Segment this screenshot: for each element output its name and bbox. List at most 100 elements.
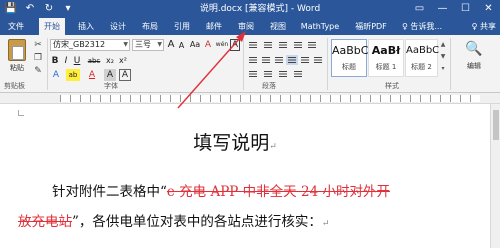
- character-border-button[interactable]: A: [119, 69, 131, 81]
- distribute-icon[interactable]: [299, 55, 311, 65]
- justify-icon[interactable]: [286, 55, 298, 65]
- ribbon-tabs: 文件 开始 插入 设计 布局 引用 邮件 审阅 视图 MathType 福昕PD…: [0, 18, 500, 35]
- align-left-icon[interactable]: [247, 55, 259, 65]
- horizontal-ruler[interactable]: [0, 93, 500, 104]
- tell-me-search[interactable]: ♀ 告诉我...: [398, 18, 446, 35]
- cut-icon[interactable]: ✂: [32, 40, 44, 50]
- tab-layout[interactable]: 布局: [138, 18, 162, 35]
- bold-button[interactable]: B: [50, 55, 60, 67]
- multilevel-list-icon[interactable]: [277, 40, 289, 50]
- text-effects-button[interactable]: A: [50, 69, 62, 81]
- increase-indent-icon[interactable]: [306, 40, 318, 50]
- font-name-select[interactable]: 仿宋_GB2312 ▼: [50, 39, 130, 51]
- document-page[interactable]: 填写说明↵ 针对附件二表格中“e 充电 APP 中非全天 24 小时对外开 放充…: [0, 104, 490, 248]
- quick-access-toolbar: 💾 ↶ ↻ ▾: [4, 1, 75, 17]
- tracked-deletion: e 充电 APP 中非全天 24 小时对外开: [166, 184, 390, 200]
- font-size-select[interactable]: 三号 ▼: [132, 39, 164, 51]
- page-corner-mark: [18, 110, 24, 116]
- align-center-icon[interactable]: [260, 55, 272, 65]
- title-bar: 💾 ↶ ↻ ▾ 说明.docx [兼容模式] - Word ▭ — ☐ ✕: [0, 0, 500, 18]
- style-tile-heading-1[interactable]: AaBł 标题 1: [368, 39, 404, 77]
- style-sample: AaBł: [371, 44, 401, 57]
- tracked-deletion: 放充电站: [18, 214, 72, 230]
- phonetic-guide-button[interactable]: wén: [215, 39, 229, 51]
- style-sample: AaBbC: [406, 45, 440, 56]
- paragraph-mark: ↵: [321, 219, 330, 229]
- align-right-icon[interactable]: [273, 55, 285, 65]
- paragraph-line-3-partial: [60, 237, 440, 248]
- paste-label: 粘贴: [10, 64, 24, 72]
- shrink-font-button[interactable]: A: [177, 40, 186, 52]
- group-divider: [327, 38, 328, 90]
- window-controls: ▭ — ☐ ✕: [408, 0, 500, 18]
- ribbon-display-icon[interactable]: ▭: [408, 0, 431, 18]
- close-button[interactable]: ✕: [477, 0, 500, 18]
- tab-design[interactable]: 设计: [106, 18, 130, 35]
- enclose-character-button[interactable]: A: [230, 39, 240, 51]
- tab-mailings[interactable]: 邮件: [202, 18, 226, 35]
- change-case-button[interactable]: Aa: [188, 39, 202, 51]
- redo-icon[interactable]: ↻: [42, 1, 56, 17]
- para1-prefix: 针对附件二表格中“: [52, 184, 167, 200]
- chevron-down-icon[interactable]: ▾: [61, 1, 75, 17]
- show-marks-icon[interactable]: [292, 69, 304, 79]
- style-tile-heading-2[interactable]: AaBbC 标题 2: [405, 39, 440, 77]
- share-button[interactable]: ♀ 共享: [472, 18, 496, 35]
- numbering-icon[interactable]: [262, 40, 274, 50]
- tab-insert[interactable]: 插入: [74, 18, 98, 35]
- decrease-indent-icon[interactable]: [292, 40, 304, 50]
- maximize-button[interactable]: ☐: [454, 0, 477, 18]
- format-painter-icon[interactable]: ✎: [32, 66, 44, 76]
- group-label-paragraph: 段落: [262, 82, 276, 90]
- character-shading-button[interactable]: A: [104, 69, 116, 81]
- shading-icon[interactable]: [247, 69, 259, 79]
- group-label-styles: 样式: [385, 82, 399, 90]
- scrollbar-thumb[interactable]: [493, 110, 499, 140]
- find-icon: 🔍: [465, 41, 483, 57]
- tab-view[interactable]: 视图: [266, 18, 290, 35]
- tab-file[interactable]: 文件: [4, 18, 28, 35]
- styles-gallery-scroll[interactable]: ▲ ▼ ▾: [439, 39, 447, 77]
- subscript-button[interactable]: x₂: [104, 55, 116, 67]
- editing-label: 编辑: [467, 62, 481, 70]
- paragraph-line-1: 针对附件二表格中“e 充电 APP 中非全天 24 小时对外开: [52, 180, 390, 200]
- tab-mathtype[interactable]: MathType: [298, 18, 342, 35]
- superscript-button[interactable]: x²: [117, 55, 129, 67]
- undo-icon[interactable]: ↶: [23, 1, 37, 17]
- group-divider: [47, 38, 48, 90]
- tab-home[interactable]: 开始: [39, 18, 65, 35]
- highlight-button[interactable]: ab: [66, 69, 80, 81]
- group-label-font: 字体: [104, 82, 118, 90]
- group-divider: [243, 38, 244, 90]
- minimize-button[interactable]: —: [431, 0, 454, 18]
- paste-button[interactable]: 粘贴: [4, 39, 30, 79]
- font-name-value: 仿宋_GB2312: [53, 40, 106, 49]
- tab-foxit-pdf[interactable]: 福昕PDF: [350, 18, 392, 35]
- sort-icon[interactable]: [277, 69, 289, 79]
- vertical-scrollbar[interactable]: [490, 104, 500, 248]
- strikethrough-button[interactable]: abc: [86, 55, 102, 67]
- save-icon[interactable]: 💾: [4, 1, 18, 17]
- grow-font-button[interactable]: A: [166, 39, 176, 51]
- italic-button[interactable]: I: [61, 55, 71, 67]
- line-spacing-icon[interactable]: [312, 55, 324, 65]
- bullets-icon[interactable]: [247, 40, 259, 50]
- style-tile-title[interactable]: AaBbC 标题: [331, 39, 369, 77]
- paragraph-line-2: 放充电站”，各供电单位对表中的各站点进行核实：↵: [18, 210, 329, 230]
- ruler-scale: [60, 95, 480, 102]
- style-name: 标题: [342, 63, 356, 71]
- clipboard-icon: [8, 39, 26, 61]
- para2-suffix: ”，各供电单位对表中的各站点进行核实：: [72, 214, 322, 230]
- editing-button[interactable]: 🔍 编辑: [458, 41, 490, 71]
- tab-review[interactable]: 审阅: [234, 18, 258, 35]
- copy-icon[interactable]: ❐: [32, 53, 44, 63]
- clear-formatting-button[interactable]: A: [203, 39, 213, 51]
- borders-icon[interactable]: [262, 69, 274, 79]
- tab-references[interactable]: 引用: [170, 18, 194, 35]
- style-sample: AaBbC: [332, 44, 369, 57]
- underline-button[interactable]: U: [72, 55, 82, 67]
- paragraph-mark: ↵: [269, 142, 277, 152]
- chevron-down-icon: ▼: [157, 41, 162, 48]
- font-color-button[interactable]: A: [86, 69, 98, 81]
- group-divider: [450, 38, 451, 90]
